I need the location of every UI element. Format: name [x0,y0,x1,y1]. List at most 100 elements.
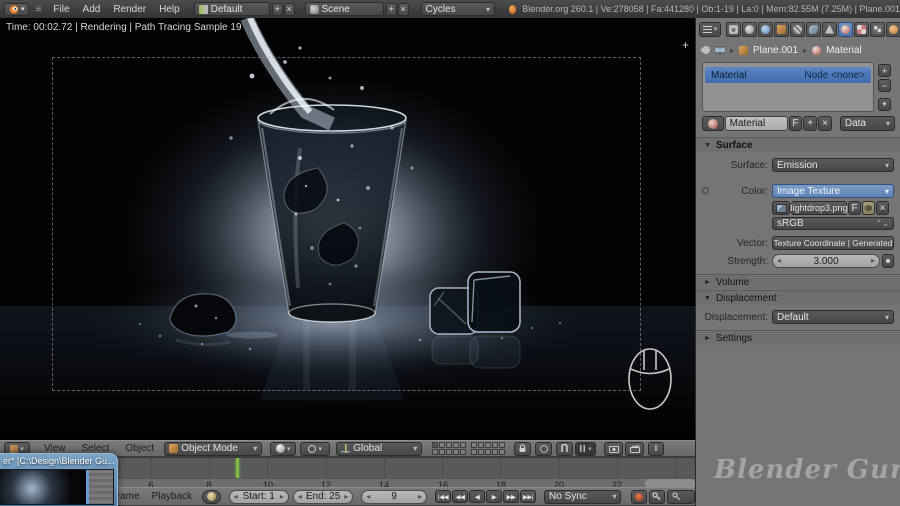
layer-grid-left[interactable] [432,441,467,456]
vector-source-button[interactable]: Texture Coordinate | Generated [772,236,894,250]
chevron-down-icon: ▾ [485,4,490,14]
sync-mode-selector[interactable]: No Sync ▾ [544,489,622,504]
breadcrumb-tab[interactable]: Material [826,45,862,56]
pause-updates-button[interactable]: ‖ [648,441,665,456]
breadcrumb: ▸ Plane.001 ▸ Material [700,43,862,57]
tab-texture[interactable] [854,21,869,37]
strength-animate-button[interactable] [882,254,894,268]
tab-render[interactable] [726,21,741,37]
snap-toggle-button[interactable] [556,441,574,456]
tab-object[interactable] [774,21,789,37]
slot-add-button[interactable]: + [878,64,891,77]
frame-start-field[interactable]: ◂ Start: 1 ▸ [228,489,289,504]
colorspace-selector[interactable]: sRGB ⌃⌄ [772,217,894,230]
opengl-render-button[interactable] [604,441,624,456]
jump-to-end-button[interactable]: ▶▶| [520,490,537,503]
menu-help[interactable]: Help [159,4,180,15]
tab-physics[interactable] [886,21,900,37]
shading-sphere-icon [275,444,285,453]
play-button[interactable]: ▶ [486,490,503,503]
auto-keyframe-button[interactable] [631,489,648,504]
menu-playback[interactable]: Playback [152,491,193,502]
image-browse-button[interactable] [772,201,790,215]
proportional-icon [539,444,548,453]
add-panel-icon[interactable]: + [682,38,689,52]
properties-editor-type-button[interactable]: ▾ [699,21,721,37]
transform-orientation-selector[interactable]: Global ▾ [336,441,423,456]
image-pack-button[interactable] [862,201,875,215]
layout-delete-button[interactable]: × [283,2,295,16]
scene-selector[interactable]: Scene [304,2,384,16]
proportional-edit-button[interactable] [535,441,553,456]
frame-end-field[interactable]: ◂ End: 25 ▸ [292,489,354,504]
datablock-add-button[interactable]: + [803,116,818,131]
scene-delete-button[interactable]: × [397,2,409,16]
render-engine-selector[interactable]: Cycles ▾ [420,2,495,16]
image-fake-user-button[interactable]: F [848,201,861,215]
panel-header-surface[interactable]: ▼ Surface [696,137,900,152]
image-unlink-button[interactable]: × [876,201,889,215]
material-preview-button[interactable] [702,116,724,131]
playhead[interactable] [236,458,239,479]
pivot-icon [308,444,317,453]
tab-world[interactable] [758,21,773,37]
tab-material[interactable] [838,21,853,37]
tab-constraints[interactable] [790,21,805,37]
fake-user-button[interactable]: F [788,116,803,131]
tab-object-data[interactable] [822,21,837,37]
layer-grid-right[interactable] [471,441,506,456]
viewport-3d[interactable]: Time: 00:02.72 | Rendering | Path Tracin… [0,18,695,440]
material-name-field[interactable]: Material [724,116,788,131]
menu-object[interactable]: Object [125,443,154,454]
opengl-animation-button[interactable] [625,441,645,456]
taskbar-thumbnail-popup[interactable]: er* [C:\Design\Blender Gu... [0,453,118,506]
collapse-menus-icon[interactable]: ≡ [36,4,42,15]
panel-header-volume[interactable]: ► Volume [696,274,900,289]
next-keyframe-button[interactable]: ▶▶ [503,490,520,503]
slot-specials-button[interactable]: ▼ [878,98,891,111]
scene-add-button[interactable]: + [385,2,397,16]
image-name-field[interactable]: lightdrop3.png [790,201,848,215]
mode-selector[interactable]: Object Mode ▾ [164,441,263,456]
panel-header-settings[interactable]: ► Settings [696,330,900,345]
active-keying-set-selector[interactable] [666,489,696,504]
snap-element-selector[interactable]: ▾ [575,441,597,456]
dot-icon [886,259,890,263]
thumbnail-image[interactable] [0,469,114,505]
menu-render[interactable]: Render [113,4,146,15]
panel-header-displacement[interactable]: ▼ Displacement [696,290,900,305]
material-slot-row[interactable]: Material Node <none> [705,67,871,83]
keying-set-button[interactable] [649,489,665,504]
magnet-icon [561,444,569,452]
prev-keyframe-button[interactable]: ◀◀ [452,490,469,503]
editor-type-button[interactable]: ▾ [4,2,29,16]
lock-to-scene-button[interactable] [514,441,532,456]
slot-remove-button[interactable]: − [878,79,891,92]
datablock-unlink-button[interactable]: × [818,116,832,131]
object-cube-icon [739,45,749,55]
pin-icon[interactable] [700,44,712,56]
strength-slider[interactable]: ◂ 3.000 ▸ [772,254,880,268]
layout-add-button[interactable]: + [271,2,283,16]
tab-modifiers[interactable] [806,21,821,37]
viewport-shading-selector[interactable]: ▾ [270,441,297,456]
jump-to-start-button[interactable]: |◀◀ [435,490,452,503]
scene-icon [309,4,319,14]
time-toggle-button[interactable] [202,489,221,504]
menu-add[interactable]: Add [83,4,101,15]
material-slot-list[interactable]: Material Node <none> [702,62,874,112]
pivot-point-selector[interactable]: ▾ [300,441,331,456]
screen-layout-selector[interactable]: Default [193,2,270,16]
datablock-source-selector[interactable]: Data ▾ [839,116,895,131]
object-mode-icon [169,444,179,453]
breadcrumb-object[interactable]: Plane.001 [753,45,798,56]
menu-file[interactable]: File [53,4,69,15]
displacement-method-selector[interactable]: Default ▾ [772,310,894,324]
current-frame-field[interactable]: ◂ 9 ▸ [361,489,428,504]
surface-type-selector[interactable]: Emission ▾ [772,158,894,172]
scene-icon [745,24,754,34]
tab-particles[interactable] [870,21,885,37]
tab-scene[interactable] [742,21,757,37]
play-reverse-button[interactable]: ◀ [469,490,486,503]
color-input-selector[interactable]: Image Texture ▾ [772,184,894,198]
